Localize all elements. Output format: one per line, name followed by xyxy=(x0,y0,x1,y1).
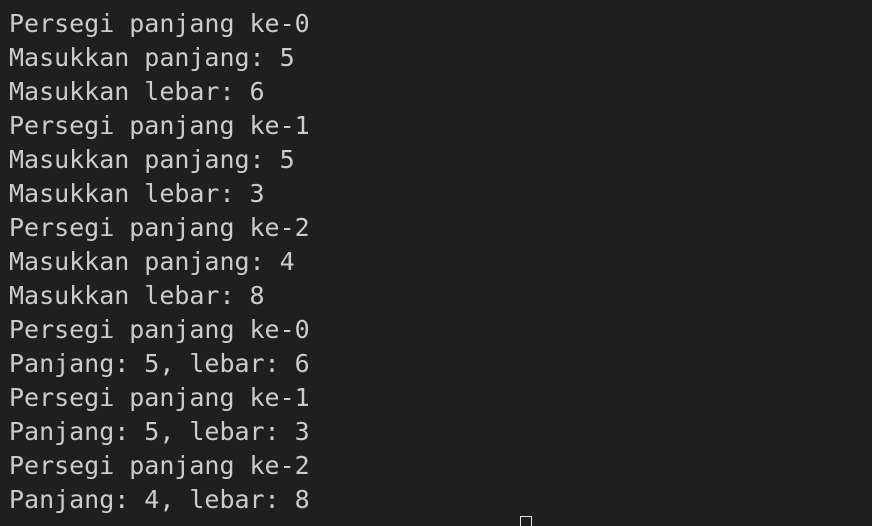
output-line: Persegi panjang ke-2 xyxy=(9,451,310,480)
output-line: Masukkan panjang: 4 xyxy=(9,247,295,276)
output-line: Panjang: 4, lebar: 8 xyxy=(9,485,310,514)
terminal-output[interactable]: Persegi panjang ke-0 Masukkan panjang: 5… xyxy=(0,0,872,526)
output-line: Masukkan lebar: 3 xyxy=(9,179,265,208)
output-line: Persegi panjang ke-2 xyxy=(9,213,310,242)
output-line: Masukkan lebar: 8 xyxy=(9,281,265,310)
terminal-cursor xyxy=(520,516,532,526)
output-line: Masukkan panjang: 5 xyxy=(9,43,295,72)
output-line: Masukkan panjang: 5 xyxy=(9,145,295,174)
output-line: Panjang: 5, lebar: 3 xyxy=(9,417,310,446)
output-line: Persegi panjang ke-1 xyxy=(9,111,310,140)
output-line: Panjang: 5, lebar: 6 xyxy=(9,349,310,378)
output-line: Persegi panjang ke-1 xyxy=(9,383,310,412)
output-line: Persegi panjang ke-0 xyxy=(9,315,310,344)
output-line: Persegi panjang ke-0 xyxy=(9,9,310,38)
output-line: Masukkan lebar: 6 xyxy=(9,77,265,106)
